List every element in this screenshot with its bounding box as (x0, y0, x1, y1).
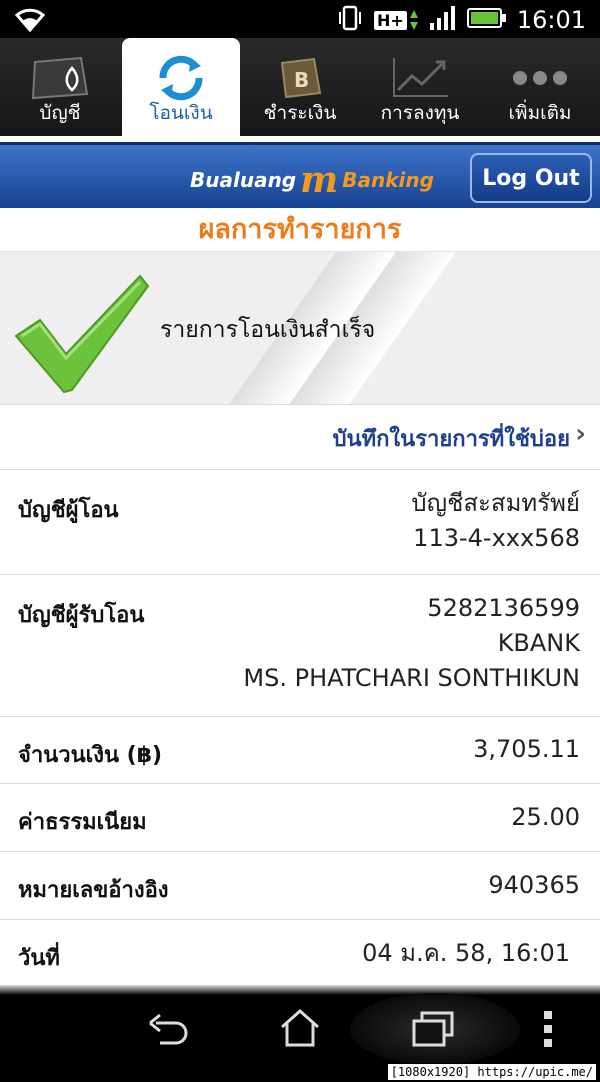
status-bar: H+ 16:01 (0, 0, 600, 38)
app-header: Bualuang m Banking Log Out (0, 142, 600, 211)
tab-investment[interactable]: การลงทุน (360, 38, 480, 136)
battery-icon (466, 6, 507, 34)
date-value: 04 ม.ค. 58, 16:01 (362, 939, 570, 967)
row-label: หมายเลขอ้างอิง (18, 878, 169, 903)
logo-m: m (300, 159, 339, 201)
home-icon (281, 1008, 319, 1047)
chevron-right-icon: › (575, 419, 586, 449)
signal-icon (429, 5, 457, 35)
success-check-icon (14, 274, 154, 398)
row-value: บัญชีสะสมทรัพย์ 113-4-xxx568 (411, 486, 580, 556)
svg-text:B: B (294, 68, 309, 92)
home-button[interactable] (278, 1007, 322, 1053)
wifi-icon (14, 6, 46, 36)
tab-payment[interactable]: B ชำระเงิน (240, 38, 360, 136)
row-to-account: บัญชีผู้รับโอน 5282136599 KBANK MS. PHAT… (0, 575, 600, 717)
row-label: บัญชีผู้รับโอน (18, 603, 145, 628)
tab-transfer[interactable]: โอนเงิน (122, 38, 240, 136)
from-account-type: บัญชีสะสมทรัพย์ (411, 489, 580, 517)
recent-apps-icon (412, 1011, 454, 1047)
content-bottom-shadow (0, 985, 600, 995)
overflow-menu-button[interactable] (542, 1011, 554, 1051)
row-from-account: บัญชีผู้โอน บัญชีสะสมทรัพย์ 113-4-xxx568 (0, 470, 600, 575)
reference-value: 940365 (488, 871, 580, 899)
back-button[interactable] (146, 1009, 190, 1053)
row-value: 5282136599 KBANK MS. PHATCHARI SONTHIKUN (243, 591, 580, 696)
row-label: บัญชีผู้โอน (18, 498, 119, 523)
save-favorite-text: บันทึกในรายการที่ใช้บ่อย (332, 427, 570, 452)
to-account-name: MS. PHATCHARI SONTHIKUN (243, 664, 580, 692)
system-nav-bar (0, 993, 600, 1065)
row-fee: ค่าธรรมเนียม 25.00 (0, 784, 600, 852)
logo-text-left: Bualuang (190, 168, 297, 192)
to-bank: KBANK (497, 629, 580, 657)
row-reference: หมายเลขอ้างอิง 940365 (0, 852, 600, 920)
success-message: รายการโอนเงินสำเร็จ (160, 317, 376, 343)
bualuang-mbanking-logo: Bualuang m Banking (190, 159, 434, 201)
recent-apps-button[interactable] (410, 1009, 456, 1053)
tab-label: บัญชี (39, 102, 81, 124)
network-type-icon: H+ (374, 8, 419, 32)
vibrate-icon (336, 4, 364, 36)
row-date: วันที่ 04 ม.ค. 58, 16:01 (0, 920, 600, 995)
overflow-menu-icon (544, 1011, 552, 1047)
page-title: ผลการทำรายการ (0, 208, 600, 252)
tab-account[interactable]: บัญชี (0, 38, 120, 136)
clock: 16:01 (516, 6, 586, 34)
fee-value: 25.00 (511, 803, 580, 831)
logout-button[interactable]: Log Out (470, 153, 592, 203)
logo-text-right: Banking (342, 168, 434, 192)
row-label: ค่าธรรมเนียม (18, 810, 147, 835)
tab-label: ชำระเงิน (263, 102, 337, 124)
success-banner: รายการโอนเงินสำเร็จ (0, 252, 600, 405)
tab-label: โอนเงิน (149, 102, 213, 124)
amount-value: 3,705.11 (473, 735, 580, 763)
to-account-number: 5282136599 (427, 594, 580, 622)
row-amount: จำนวนเงิน (฿) 3,705.11 (0, 717, 600, 784)
watermark-text: [1080x1920] https://upic.me/ (387, 1064, 596, 1080)
save-favorite-link[interactable]: บันทึกในรายการที่ใช้บ่อย › (0, 405, 600, 470)
row-label: จำนวนเงิน (฿) (18, 743, 163, 768)
main-tab-bar: บัญชี โอนเงิน B ชำระเงิน การลงทุน เพิ่มเ… (0, 38, 600, 136)
tab-label: เพิ่มเติม (508, 102, 572, 124)
back-icon (149, 1013, 188, 1045)
row-label: วันที่ (18, 946, 60, 971)
tab-label: การลงทุน (380, 102, 460, 124)
from-account-number: 113-4-xxx568 (413, 524, 580, 552)
transfer-result-panel: ผลการทำรายการ รายการโอนเงินสำเร็จ บันทึก… (0, 208, 600, 995)
tab-more[interactable]: เพิ่มเติม (480, 38, 600, 136)
